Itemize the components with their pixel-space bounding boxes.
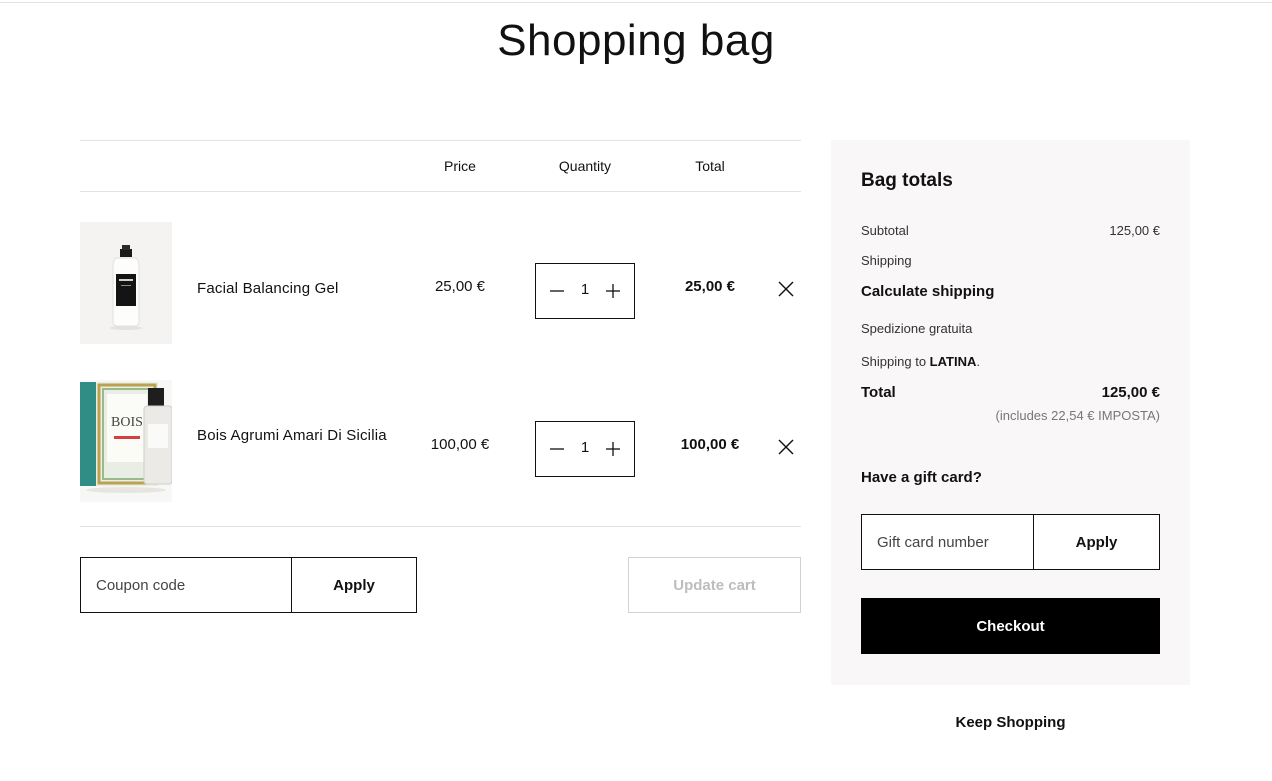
product-price: 25,00 €	[434, 278, 486, 295]
product-line-total: 100,00 €	[680, 436, 740, 453]
cart-table: Price Quantity Total Facial Balancing Ge…	[80, 140, 801, 502]
product-image-bois-agrumi[interactable]: BOIS	[80, 380, 172, 502]
apply-gift-card-button[interactable]: Apply	[1034, 515, 1159, 569]
coupon-form: Apply	[80, 557, 417, 613]
checkout-button[interactable]: Checkout	[861, 598, 1160, 654]
price-column-header: Price	[444, 158, 476, 174]
product-image-facial-gel[interactable]	[80, 222, 172, 344]
close-icon	[778, 281, 794, 297]
increase-quantity-button[interactable]	[598, 422, 628, 476]
plus-icon	[606, 284, 620, 298]
subtotal-label: Subtotal	[861, 223, 909, 238]
bag-totals-panel: Bag totals Subtotal 125,00 € Shipping Ca…	[831, 140, 1190, 685]
minus-icon	[550, 290, 564, 292]
total-label: Total	[861, 384, 896, 401]
product-price: 100,00 €	[430, 436, 490, 453]
gift-card-question: Have a gift card?	[861, 469, 982, 486]
keep-shopping-link[interactable]: Keep Shopping	[831, 714, 1190, 731]
cart-item-row: BOIS Bois Agrumi Amari Di Sicilia 100,00…	[80, 380, 801, 502]
shipping-destination: Shipping to LATINA.	[861, 354, 1160, 369]
total-column-header: Total	[695, 158, 725, 174]
total-row: Total 125,00 €	[861, 384, 1160, 401]
quantity-stepper: 1	[535, 263, 635, 319]
tax-note: (includes 22,54 € IMPOSTA)	[995, 408, 1161, 423]
bag-totals-title: Bag totals	[861, 170, 953, 191]
product-line-total: 25,00 €	[684, 278, 736, 295]
cart-table-header: Price Quantity Total	[80, 140, 801, 192]
box-label-text: BOIS	[111, 415, 143, 430]
gift-card-number-input[interactable]	[862, 515, 1034, 569]
top-divider	[0, 2, 1272, 3]
minus-icon	[550, 448, 564, 450]
cart-footer-divider	[80, 526, 801, 527]
quantity-stepper: 1	[535, 421, 635, 477]
apply-coupon-button[interactable]: Apply	[292, 558, 416, 612]
cart-item-row: Facial Balancing Gel 25,00 € 1 25,00 €	[80, 222, 801, 344]
shipping-city: LATINA	[929, 354, 977, 369]
close-icon	[778, 439, 794, 455]
shipping-to-prefix: Shipping to	[861, 354, 930, 369]
shipping-to-suffix: .	[976, 354, 980, 369]
coupon-code-input[interactable]	[81, 558, 292, 612]
quantity-column-header: Quantity	[558, 158, 612, 174]
remove-item-button[interactable]	[777, 438, 795, 456]
subtotal-row: Subtotal 125,00 €	[861, 223, 1160, 238]
total-value: 125,00 €	[1101, 384, 1160, 401]
increase-quantity-button[interactable]	[598, 264, 628, 318]
subtotal-value: 125,00 €	[1109, 223, 1160, 238]
shipping-label: Shipping	[861, 253, 912, 268]
product-name[interactable]: Bois Agrumi Amari Di Sicilia	[197, 425, 387, 447]
remove-item-button[interactable]	[777, 280, 795, 298]
plus-icon	[606, 442, 620, 456]
update-cart-button[interactable]: Update cart	[628, 557, 801, 613]
page-title: Shopping bag	[497, 16, 775, 65]
product-name[interactable]: Facial Balancing Gel	[197, 278, 387, 300]
gift-card-form: Apply	[861, 514, 1160, 570]
free-shipping-text: Spedizione gratuita	[861, 321, 973, 336]
calculate-shipping-link[interactable]: Calculate shipping	[861, 283, 994, 300]
